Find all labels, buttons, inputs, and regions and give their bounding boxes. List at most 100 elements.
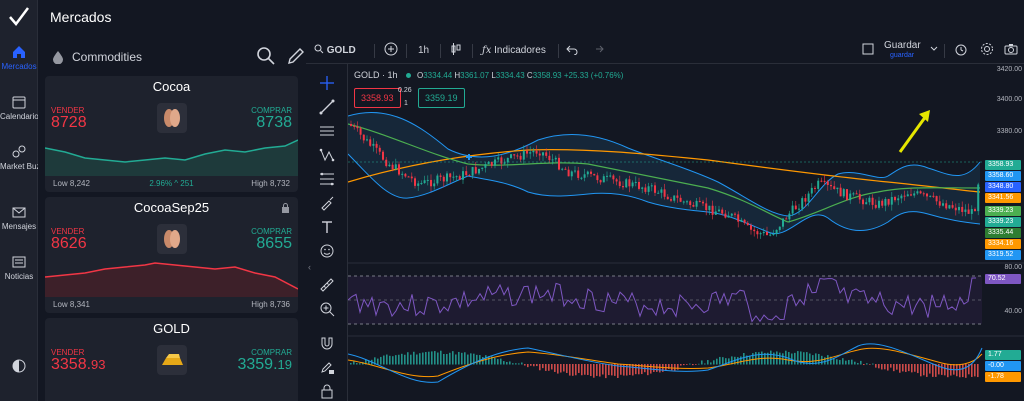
ruler-tool[interactable]: [316, 274, 338, 296]
checkmark-logo[interactable]: [0, 6, 38, 30]
price-chart[interactable]: [348, 64, 1024, 401]
macd-bar: [728, 358, 730, 365]
candle-body: [567, 169, 570, 177]
candle-body: [782, 218, 784, 227]
candle-body: [561, 168, 564, 170]
candle-body: [791, 205, 794, 214]
candle-body: [452, 176, 455, 178]
rail-item-market-buzz[interactable]: Market Buzz: [0, 144, 38, 171]
compare-button[interactable]: [384, 38, 398, 64]
sell-price[interactable]: 8728: [51, 114, 87, 132]
alert-button[interactable]: [954, 38, 968, 64]
category-selector[interactable]: Commodities: [50, 46, 304, 68]
pattern-icon: [319, 148, 335, 162]
lock-drawings-tool[interactable]: [316, 356, 338, 378]
candle-body: [852, 193, 855, 195]
indicators-button[interactable]: ƒx Indicadores: [482, 38, 546, 64]
candle-body: [391, 164, 394, 170]
edit-icon[interactable]: [286, 46, 306, 66]
sell-order-button[interactable]: 3358.93: [354, 88, 401, 108]
contrast-toggle[interactable]: [0, 358, 38, 376]
candle-body: [510, 154, 512, 158]
buy-price[interactable]: 3359.19: [237, 356, 292, 374]
macd-bar: [449, 352, 451, 365]
market-card-cocoasep25[interactable]: CocoaSep25 VENDER 8626 COMPRAR 8655 Low …: [45, 197, 298, 313]
brush-tool[interactable]: [316, 192, 338, 214]
macd-bar: [440, 350, 442, 365]
save-dropdown[interactable]: [930, 38, 938, 64]
candle-body: [724, 213, 727, 218]
macd-bar: [713, 360, 715, 365]
macd-bar: [521, 362, 523, 365]
rail-item-mercados[interactable]: Mercados: [0, 44, 38, 71]
macd-bar: [896, 364, 898, 370]
macd-bar: [458, 351, 460, 365]
market-card-cocoa[interactable]: Cocoa VENDER 8728 COMPRAR 8738 Low 8,242…: [45, 76, 298, 192]
buy-price-small: 19: [277, 357, 292, 372]
rail-item-calendario[interactable]: Calendario: [0, 94, 38, 121]
candle-body: [958, 206, 960, 211]
macd-bar: [476, 354, 478, 365]
mail-icon: [12, 207, 26, 218]
buy-order-button[interactable]: 3359.19: [418, 88, 465, 108]
candle-body: [759, 233, 762, 235]
macd-bar: [377, 358, 379, 365]
sell-price[interactable]: 8626: [51, 235, 87, 253]
search-icon[interactable]: [256, 46, 276, 66]
rail-item-mensajes[interactable]: Mensajes: [0, 204, 38, 231]
layout-checkbox[interactable]: [862, 38, 874, 64]
chart-type-button[interactable]: [450, 38, 462, 64]
rail-label: Mercados: [1, 62, 37, 71]
trendline-tool[interactable]: [316, 96, 338, 118]
candle-body: [673, 195, 676, 201]
candle-body: [775, 229, 778, 234]
macd-bar: [566, 364, 568, 373]
market-card-gold[interactable]: GOLD VENDER 3358.93 COMPRAR 3359.19: [45, 318, 298, 401]
macd-bar: [497, 359, 499, 365]
ohlc-h: 3361.07: [460, 71, 490, 80]
candle-body: [426, 179, 429, 181]
candle-body: [922, 193, 925, 195]
candle-body: [846, 189, 848, 201]
sell-price[interactable]: 3358.93: [51, 356, 106, 374]
candle-body: [750, 225, 752, 230]
buy-price[interactable]: 8738: [256, 114, 292, 132]
macd-bar: [857, 362, 859, 365]
rsi-axis-label: 40.00: [1004, 308, 1022, 315]
emoji-tool[interactable]: [316, 240, 338, 262]
macd-bar: [587, 364, 589, 375]
fib-tool[interactable]: [316, 168, 338, 190]
collapse-panel-button[interactable]: ‹: [308, 262, 311, 272]
candle-body: [494, 159, 496, 166]
drawing-toolbar: [306, 64, 348, 401]
candle-body: [449, 173, 452, 178]
redo-button[interactable]: [592, 38, 604, 64]
macd-bar: [923, 364, 925, 376]
zoom-tool[interactable]: [316, 298, 338, 320]
macd-bar: [470, 353, 472, 365]
text-tool[interactable]: [316, 216, 338, 238]
rail-item-noticias[interactable]: Noticias: [0, 254, 38, 281]
macd-bar: [602, 364, 604, 375]
lock-tool[interactable]: [316, 380, 338, 401]
interval-button[interactable]: 1h: [418, 38, 429, 64]
macd-bar: [941, 364, 943, 375]
symbol-search[interactable]: GOLD: [314, 38, 356, 64]
macd-bar: [737, 357, 739, 365]
crosshair-tool[interactable]: [316, 72, 338, 94]
macd-bar: [530, 364, 532, 366]
candle-body: [794, 205, 797, 210]
macd-bar: [629, 364, 631, 375]
pattern-tool[interactable]: [316, 144, 338, 166]
parallel-lines-tool[interactable]: [316, 120, 338, 142]
candle-body: [746, 222, 749, 226]
magnet-tool[interactable]: [316, 332, 338, 354]
undo-button[interactable]: [566, 38, 578, 64]
candle-body: [394, 164, 397, 170]
settings-button[interactable]: [980, 38, 994, 64]
snapshot-button[interactable]: [1004, 38, 1018, 64]
candle-body: [481, 167, 484, 169]
order-quantity[interactable]: 1: [404, 100, 408, 107]
market-name: CocoaSep25: [133, 200, 210, 215]
buy-price[interactable]: 8655: [256, 235, 292, 253]
